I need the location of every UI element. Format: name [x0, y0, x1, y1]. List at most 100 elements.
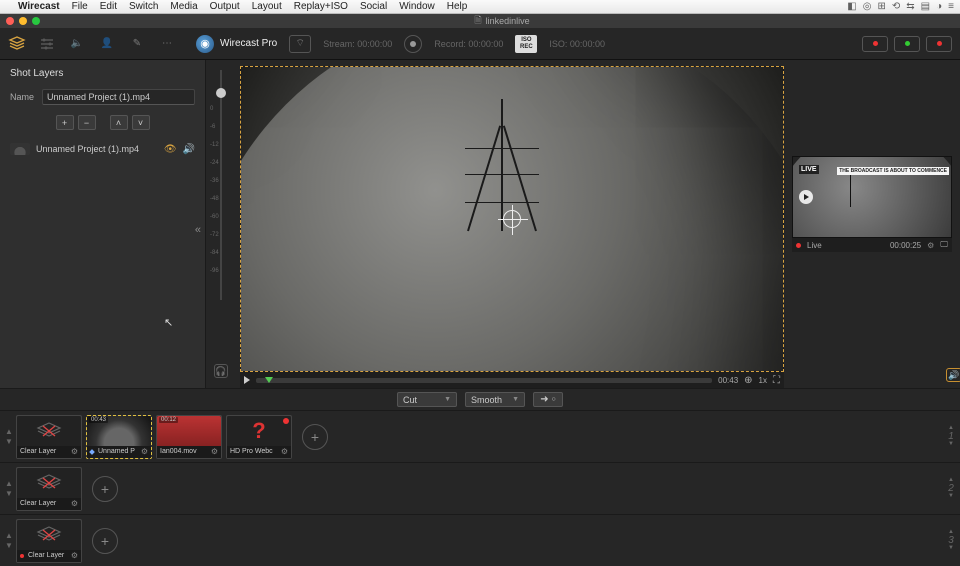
menu-help[interactable]: Help	[447, 1, 468, 12]
layer-item[interactable]: Unnamed Project (1).mp4 👁 🔊	[10, 140, 195, 158]
person-icon[interactable]: 👤	[98, 35, 116, 53]
remove-layer-button[interactable]: −	[78, 115, 96, 130]
fader-track[interactable]	[220, 70, 222, 300]
shot-thumb[interactable]: ?HD Pro Webc⚙	[226, 415, 292, 459]
shot-thumb[interactable]: Clear Layer ⚙	[16, 519, 82, 563]
focus-crosshair-icon[interactable]	[503, 210, 521, 228]
layer-handle[interactable]: ▲▼	[6, 531, 12, 550]
tray-icon[interactable]: ≡	[948, 1, 954, 12]
shot-gear-icon[interactable]: ⚙	[141, 447, 148, 456]
cut-select[interactable]: Cut▼	[397, 392, 457, 407]
menu-replay-iso[interactable]: Replay+ISO	[294, 1, 348, 12]
layer-handle[interactable]: ▲▼	[6, 427, 12, 446]
live-indicator-icon	[796, 243, 801, 248]
preview-canvas[interactable]	[240, 66, 784, 372]
shot-thumb[interactable]: 00:12Ian004.mov⚙	[156, 415, 222, 459]
play-button[interactable]	[244, 376, 250, 384]
menu-file[interactable]: File	[72, 1, 88, 12]
speed-label[interactable]: 1x	[759, 376, 767, 385]
iso-rec-button[interactable]: ISOREC	[515, 35, 537, 53]
close-window-button[interactable]	[6, 17, 14, 25]
name-label: Name	[10, 92, 34, 102]
live-banner: THE BROADCAST IS ABOUT TO COMMENCE	[837, 167, 949, 175]
shot-label: Clear Layer	[28, 552, 64, 559]
tray-icon[interactable]: ◧	[847, 1, 856, 12]
shot-thumb[interactable]: Clear Layer⚙	[16, 467, 82, 511]
menu-layout[interactable]: Layout	[252, 1, 282, 12]
tray-icon[interactable]: ⇆	[906, 1, 914, 12]
visibility-icon[interactable]: 👁	[164, 144, 177, 155]
document-title: linkedinlive	[486, 16, 530, 26]
settings-icon[interactable]	[38, 35, 56, 53]
live-output-preview[interactable]: LIVE THE BROADCAST IS ABOUT TO COMMENCE	[792, 156, 952, 238]
move-up-button[interactable]: ˄	[110, 115, 128, 130]
tray-icon[interactable]: ⊞	[877, 1, 885, 12]
live-play-icon[interactable]	[799, 190, 813, 204]
preview-content	[241, 67, 783, 371]
menu-media[interactable]: Media	[170, 1, 197, 12]
tray-icon[interactable]: ◎	[863, 1, 872, 12]
tray-icon[interactable]: ▤	[921, 1, 930, 12]
collapse-panel-icon[interactable]: «	[195, 224, 201, 236]
menu-social[interactable]: Social	[360, 1, 387, 12]
shot-thumb[interactable]: Clear Layer⚙	[16, 415, 82, 459]
layer-row: ▲▼Clear Layer⚙+▲3▼	[0, 514, 960, 566]
menu-output[interactable]: Output	[210, 1, 240, 12]
zoom-icon[interactable]: ⊕	[744, 375, 752, 386]
layer-thumb	[10, 143, 30, 155]
speaker-icon[interactable]: 🔊	[183, 144, 195, 155]
record-button[interactable]	[404, 35, 422, 53]
zoom-window-button[interactable]	[32, 17, 40, 25]
menubar-right-icons: ◧ ◎ ⊞ ⟲ ⇆ ▤ ◑ ≡	[847, 1, 954, 12]
menu-window[interactable]: Window	[399, 1, 435, 12]
menu-edit[interactable]: Edit	[100, 1, 117, 12]
wirecast-brand: ◉ Wirecast Pro	[196, 35, 277, 53]
layer-row: ▲▼Clear Layer⚙00:43Unnamed P⚙00:12Ian004…	[0, 410, 960, 462]
status-button-green[interactable]	[894, 36, 920, 52]
fader-knob[interactable]	[216, 88, 226, 98]
shot-thumb[interactable]: 00:43Unnamed P⚙	[86, 415, 152, 459]
shot-layers: ▲▼Clear Layer⚙00:43Unnamed P⚙00:12Ian004…	[0, 410, 960, 566]
layers-panel-icon[interactable]	[8, 35, 26, 53]
add-layer-button[interactable]: +	[56, 115, 74, 130]
shot-gear-icon[interactable]: ⚙	[71, 447, 78, 456]
edit-icon[interactable]: ✎	[128, 35, 146, 53]
live-speaker-icon[interactable]: 🔊	[946, 368, 960, 382]
minimize-window-button[interactable]	[19, 17, 27, 25]
shot-gear-icon[interactable]: ⚙	[71, 551, 78, 560]
menu-switch[interactable]: Switch	[129, 1, 158, 12]
shot-gear-icon[interactable]: ⚙	[281, 447, 288, 456]
popout-icon[interactable]: ⛶	[773, 375, 780, 386]
shot-layers-panel: Shot Layers Name Unnamed Project (1).mp4…	[0, 60, 206, 388]
traffic-lights[interactable]	[6, 17, 40, 25]
layer-handle[interactable]: ▲▼	[6, 479, 12, 498]
app-menu[interactable]: Wirecast	[18, 1, 60, 12]
live-monitor-icon[interactable]: 🖵	[940, 240, 948, 250]
status-button-red[interactable]	[862, 36, 888, 52]
tray-icon[interactable]: ⟲	[892, 1, 900, 12]
add-shot-button[interactable]: +	[302, 424, 328, 450]
shot-gear-icon[interactable]: ⚙	[71, 499, 78, 508]
timecode: 00:43	[718, 376, 738, 385]
audio-icon[interactable]: 🔈	[68, 35, 86, 53]
live-gear-icon[interactable]: ⚙	[927, 241, 934, 250]
status-button-red2[interactable]	[926, 36, 952, 52]
live-status-text: Live	[807, 241, 822, 250]
transition-bar: Cut▼ Smooth▼ ➜ ○	[0, 388, 960, 410]
go-button[interactable]: ➜ ○	[533, 392, 563, 407]
add-shot-button[interactable]: +	[92, 528, 118, 554]
move-down-button[interactable]: ˅	[132, 115, 150, 130]
wifi-icon[interactable]: ⌔	[289, 35, 311, 53]
headphones-icon[interactable]: 🎧	[214, 364, 228, 378]
shot-gear-icon[interactable]: ⚙	[211, 447, 218, 456]
tray-icon[interactable]: ◑	[936, 1, 942, 12]
name-input[interactable]: Unnamed Project (1).mp4	[42, 89, 195, 105]
preview-area: 0-6-12-24-36-48-60-72-84-96 🎧 00:43 ⊕ 1x…	[206, 60, 960, 388]
more-icon[interactable]: ⋯	[158, 35, 176, 53]
stream-label: Stream: 00:00:00	[323, 39, 392, 49]
add-shot-button[interactable]: +	[92, 476, 118, 502]
playhead[interactable]	[265, 377, 273, 383]
timeline-track[interactable]	[256, 378, 712, 383]
smooth-select[interactable]: Smooth▼	[465, 392, 525, 407]
live-status-bar: Live 00:00:25 ⚙ 🖵	[792, 238, 952, 252]
